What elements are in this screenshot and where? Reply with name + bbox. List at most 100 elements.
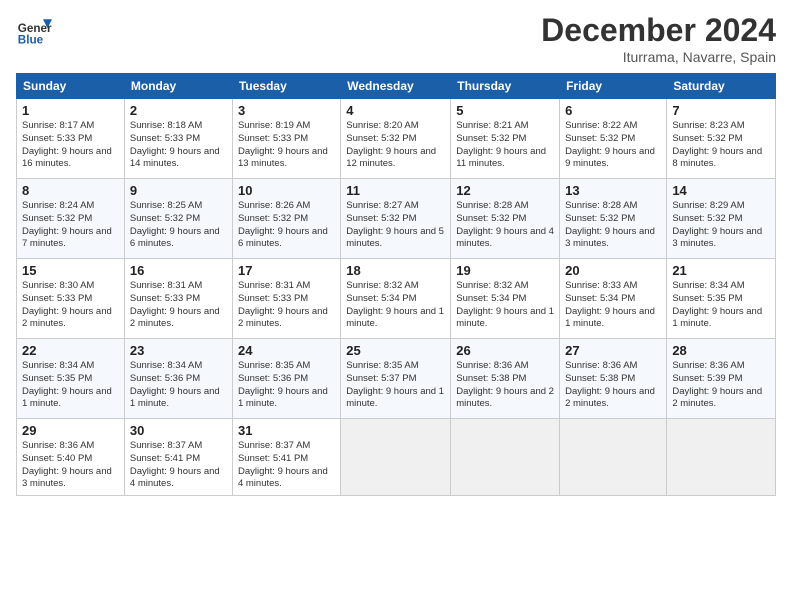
table-cell: 4 Sunrise: 8:20 AMSunset: 5:32 PMDaylight… bbox=[341, 99, 451, 179]
table-cell: 12 Sunrise: 8:28 AMSunset: 5:32 PMDayligh… bbox=[451, 179, 560, 259]
table-cell: 19Sunrise: 8:32 AMSunset: 5:34 PMDayligh… bbox=[451, 259, 560, 339]
table-cell bbox=[451, 419, 560, 496]
table-cell: 16 Sunrise: 8:31 AMSunset: 5:33 PMDayligh… bbox=[124, 259, 232, 339]
day-info: Sunrise: 8:32 AMSunset: 5:34 PMDaylight:… bbox=[346, 280, 444, 329]
calendar-header-row: Sunday Monday Tuesday Wednesday Thursday… bbox=[17, 74, 776, 99]
table-cell: 24 Sunrise: 8:35 AMSunset: 5:36 PMDayligh… bbox=[232, 339, 340, 419]
table-cell: 22 Sunrise: 8:34 AMSunset: 5:35 PMDayligh… bbox=[17, 339, 125, 419]
day-info: Sunrise: 8:34 AMSunset: 5:35 PMDaylight:… bbox=[672, 280, 762, 329]
table-cell: 25 Sunrise: 8:35 AMSunset: 5:37 PMDayligh… bbox=[341, 339, 451, 419]
day-number: 8 bbox=[22, 183, 119, 198]
table-cell: 30 Sunrise: 8:37 AMSunset: 5:41 PMDayligh… bbox=[124, 419, 232, 496]
col-thursday: Thursday bbox=[451, 74, 560, 99]
day-number: 24 bbox=[238, 343, 335, 358]
table-cell: 2Sunrise: 8:18 AMSunset: 5:33 PMDaylight… bbox=[124, 99, 232, 179]
col-tuesday: Tuesday bbox=[232, 74, 340, 99]
day-info: Sunrise: 8:20 AMSunset: 5:32 PMDaylight:… bbox=[346, 120, 436, 169]
title-section: December 2024 Iturrama, Navarre, Spain bbox=[541, 12, 776, 65]
day-info: Sunrise: 8:31 AMSunset: 5:33 PMDaylight:… bbox=[238, 280, 328, 329]
day-info: Sunrise: 8:36 AMSunset: 5:38 PMDaylight:… bbox=[456, 360, 554, 409]
day-number: 16 bbox=[130, 263, 227, 278]
day-number: 1 bbox=[22, 103, 119, 118]
day-info: Sunrise: 8:26 AMSunset: 5:32 PMDaylight:… bbox=[238, 200, 328, 249]
day-info: Sunrise: 8:31 AMSunset: 5:33 PMDaylight:… bbox=[130, 280, 220, 329]
table-cell bbox=[560, 419, 667, 496]
day-number: 25 bbox=[346, 343, 445, 358]
table-cell: 11 Sunrise: 8:27 AMSunset: 5:32 PMDayligh… bbox=[341, 179, 451, 259]
day-info: Sunrise: 8:36 AMSunset: 5:40 PMDaylight:… bbox=[22, 440, 112, 489]
table-cell: 20 Sunrise: 8:33 AMSunset: 5:34 PMDayligh… bbox=[560, 259, 667, 339]
day-info: Sunrise: 8:36 AMSunset: 5:38 PMDaylight:… bbox=[565, 360, 655, 409]
day-number: 18 bbox=[346, 263, 445, 278]
day-info: Sunrise: 8:21 AMSunset: 5:32 PMDaylight:… bbox=[456, 120, 546, 169]
day-info: Sunrise: 8:28 AMSunset: 5:32 PMDaylight:… bbox=[456, 200, 554, 249]
day-number: 15 bbox=[22, 263, 119, 278]
table-cell: 14 Sunrise: 8:29 AMSunset: 5:32 PMDayligh… bbox=[667, 179, 776, 259]
day-info: Sunrise: 8:34 AMSunset: 5:36 PMDaylight:… bbox=[130, 360, 220, 409]
table-cell: 8 Sunrise: 8:24 AMSunset: 5:32 PMDaylight… bbox=[17, 179, 125, 259]
header: General Blue December 2024 Iturrama, Nav… bbox=[16, 12, 776, 65]
day-number: 7 bbox=[672, 103, 770, 118]
table-cell: 6Sunrise: 8:22 AMSunset: 5:32 PMDaylight… bbox=[560, 99, 667, 179]
day-number: 12 bbox=[456, 183, 554, 198]
day-number: 26 bbox=[456, 343, 554, 358]
table-cell: 7 Sunrise: 8:23 AMSunset: 5:32 PMDaylight… bbox=[667, 99, 776, 179]
day-number: 28 bbox=[672, 343, 770, 358]
table-cell: 9Sunrise: 8:25 AMSunset: 5:32 PMDaylight… bbox=[124, 179, 232, 259]
table-cell: 23 Sunrise: 8:34 AMSunset: 5:36 PMDayligh… bbox=[124, 339, 232, 419]
day-info: Sunrise: 8:28 AMSunset: 5:32 PMDaylight:… bbox=[565, 200, 655, 249]
day-number: 6 bbox=[565, 103, 661, 118]
col-wednesday: Wednesday bbox=[341, 74, 451, 99]
day-info: Sunrise: 8:30 AMSunset: 5:33 PMDaylight:… bbox=[22, 280, 112, 329]
table-cell: 13 Sunrise: 8:28 AMSunset: 5:32 PMDayligh… bbox=[560, 179, 667, 259]
page-container: General Blue December 2024 Iturrama, Nav… bbox=[0, 0, 792, 504]
table-cell: 27 Sunrise: 8:36 AMSunset: 5:38 PMDayligh… bbox=[560, 339, 667, 419]
col-sunday: Sunday bbox=[17, 74, 125, 99]
day-info: Sunrise: 8:33 AMSunset: 5:34 PMDaylight:… bbox=[565, 280, 655, 329]
svg-text:Blue: Blue bbox=[18, 34, 44, 47]
day-info: Sunrise: 8:23 AMSunset: 5:32 PMDaylight:… bbox=[672, 120, 762, 169]
day-number: 30 bbox=[130, 423, 227, 438]
day-info: Sunrise: 8:17 AMSunset: 5:33 PMDaylight:… bbox=[22, 120, 112, 169]
day-info: Sunrise: 8:19 AMSunset: 5:33 PMDaylight:… bbox=[238, 120, 328, 169]
day-number: 29 bbox=[22, 423, 119, 438]
table-cell: 21Sunrise: 8:34 AMSunset: 5:35 PMDayligh… bbox=[667, 259, 776, 339]
table-cell: 29 Sunrise: 8:36 AMSunset: 5:40 PMDayligh… bbox=[17, 419, 125, 496]
table-cell: 5 Sunrise: 8:21 AMSunset: 5:32 PMDaylight… bbox=[451, 99, 560, 179]
table-cell bbox=[667, 419, 776, 496]
day-number: 5 bbox=[456, 103, 554, 118]
day-number: 3 bbox=[238, 103, 335, 118]
day-info: Sunrise: 8:37 AMSunset: 5:41 PMDaylight:… bbox=[130, 440, 220, 489]
location: Iturrama, Navarre, Spain bbox=[541, 49, 776, 65]
day-info: Sunrise: 8:34 AMSunset: 5:35 PMDaylight:… bbox=[22, 360, 112, 409]
day-info: Sunrise: 8:27 AMSunset: 5:32 PMDaylight:… bbox=[346, 200, 444, 249]
day-number: 31 bbox=[238, 423, 335, 438]
logo-icon: General Blue bbox=[16, 12, 52, 48]
day-number: 23 bbox=[130, 343, 227, 358]
day-info: Sunrise: 8:35 AMSunset: 5:37 PMDaylight:… bbox=[346, 360, 444, 409]
logo: General Blue bbox=[16, 12, 56, 48]
table-cell: 28Sunrise: 8:36 AMSunset: 5:39 PMDayligh… bbox=[667, 339, 776, 419]
day-info: Sunrise: 8:29 AMSunset: 5:32 PMDaylight:… bbox=[672, 200, 762, 249]
day-number: 10 bbox=[238, 183, 335, 198]
table-cell: 26 Sunrise: 8:36 AMSunset: 5:38 PMDayligh… bbox=[451, 339, 560, 419]
table-cell: 15 Sunrise: 8:30 AMSunset: 5:33 PMDayligh… bbox=[17, 259, 125, 339]
col-saturday: Saturday bbox=[667, 74, 776, 99]
day-number: 27 bbox=[565, 343, 661, 358]
day-number: 22 bbox=[22, 343, 119, 358]
table-cell: 3 Sunrise: 8:19 AMSunset: 5:33 PMDaylight… bbox=[232, 99, 340, 179]
day-info: Sunrise: 8:35 AMSunset: 5:36 PMDaylight:… bbox=[238, 360, 328, 409]
day-info: Sunrise: 8:18 AMSunset: 5:33 PMDaylight:… bbox=[130, 120, 220, 169]
table-cell: 1 Sunrise: 8:17 AMSunset: 5:33 PMDaylight… bbox=[17, 99, 125, 179]
day-info: Sunrise: 8:24 AMSunset: 5:32 PMDaylight:… bbox=[22, 200, 112, 249]
day-number: 13 bbox=[565, 183, 661, 198]
table-cell: 18 Sunrise: 8:32 AMSunset: 5:34 PMDayligh… bbox=[341, 259, 451, 339]
day-number: 19 bbox=[456, 263, 554, 278]
month-title: December 2024 bbox=[541, 12, 776, 49]
day-number: 11 bbox=[346, 183, 445, 198]
day-number: 20 bbox=[565, 263, 661, 278]
table-cell: 17Sunrise: 8:31 AMSunset: 5:33 PMDayligh… bbox=[232, 259, 340, 339]
day-number: 4 bbox=[346, 103, 445, 118]
calendar-table: Sunday Monday Tuesday Wednesday Thursday… bbox=[16, 73, 776, 496]
day-number: 14 bbox=[672, 183, 770, 198]
